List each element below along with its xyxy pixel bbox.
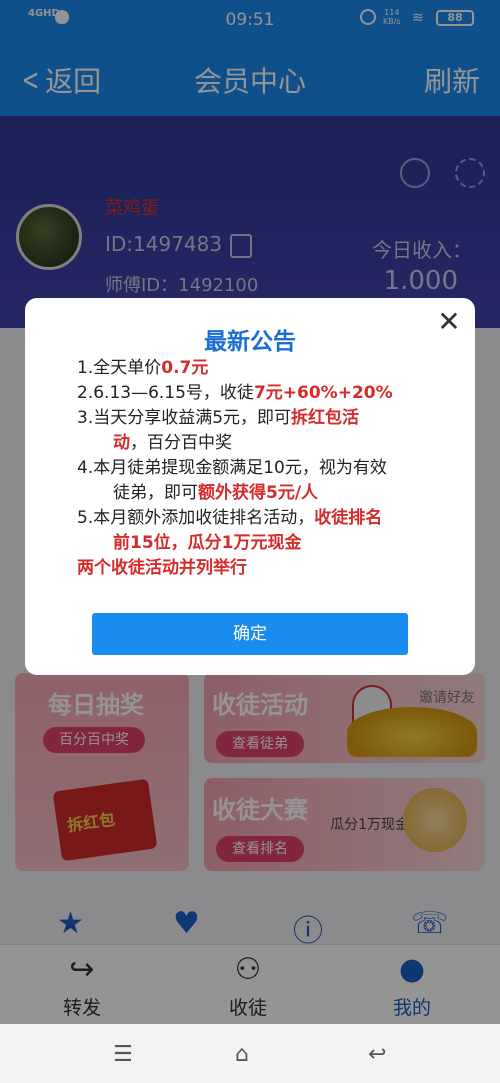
back-icon[interactable]: ↩: [368, 1042, 386, 1067]
text: ，百分百中奖: [130, 433, 232, 453]
announcement-line: 1.全天单价0.7元: [77, 356, 457, 381]
close-icon[interactable]: ✕: [433, 306, 465, 338]
announcement-body: 1.全天单价0.7元 2.6.13—6.15号，收徒7元+60%+20% 3.当…: [77, 356, 457, 581]
announcement-line: 徒弟，即可额外获得5元/人: [77, 481, 457, 506]
confirm-button[interactable]: 确定: [92, 613, 408, 655]
text: 徒弟，即可: [113, 483, 198, 503]
announcement-line: 4.本月徒弟提现金额满足10元，视为有效: [77, 456, 457, 481]
announcement-line: 动，百分百中奖: [77, 431, 457, 456]
highlight-text: 0.7元: [161, 358, 209, 378]
highlight-text: 额外获得5元/人: [198, 483, 319, 503]
system-nav-bar: ☰ ⌂ ↩: [0, 1024, 500, 1083]
announcement-line: 前15位，瓜分1万元现金: [113, 533, 302, 553]
text: 4.本月徒弟提现金额满足10元，视为有效: [77, 458, 387, 478]
highlight-text: 7元+60%+20%: [253, 383, 393, 403]
announcement-line: 3.当天分享收益满5元，即可拆红包活: [77, 406, 457, 431]
announcement-line: 5.本月额外添加收徒排名活动，收徒排名: [77, 506, 457, 531]
announcement-line: 两个收徒活动并列举行: [77, 558, 247, 578]
menu-icon[interactable]: ☰: [113, 1042, 133, 1067]
text: 1.全天单价: [77, 358, 162, 378]
home-icon[interactable]: ⌂: [235, 1042, 249, 1067]
dialog-title: 最新公告: [204, 329, 296, 355]
highlight-text: 收徒排名: [314, 508, 383, 528]
text: 5.本月额外添加收徒排名活动，: [77, 508, 315, 528]
announcement-line: 2.6.13—6.15号，收徒7元+60%+20%: [77, 381, 457, 406]
text: 3.当天分享收益满5元，即可: [77, 408, 292, 428]
highlight-text: 动: [113, 433, 130, 453]
highlight-text: 拆红包活: [291, 408, 360, 428]
text: 2.6.13—6.15号，收徒: [77, 383, 254, 403]
announcement-dialog: 最新公告 ✕ 1.全天单价0.7元 2.6.13—6.15号，收徒7元+60%+…: [25, 298, 475, 675]
